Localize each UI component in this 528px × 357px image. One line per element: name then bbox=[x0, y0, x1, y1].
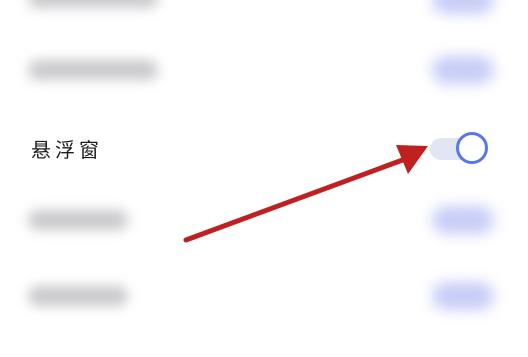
blurred-toggle bbox=[432, 56, 494, 84]
toggle-knob bbox=[456, 132, 488, 164]
blurred-row-label bbox=[28, 0, 158, 8]
blurred-row-label bbox=[28, 210, 128, 230]
blurred-row-label bbox=[28, 286, 128, 306]
floating-window-label: 悬浮窗 bbox=[31, 138, 103, 162]
blurred-toggle bbox=[432, 206, 494, 234]
settings-screen: 悬浮窗 bbox=[0, 0, 528, 357]
arrow-shaft bbox=[183, 155, 411, 243]
blurred-toggle bbox=[432, 282, 494, 310]
floating-window-toggle[interactable] bbox=[428, 131, 492, 165]
blurred-toggle bbox=[432, 0, 494, 14]
blurred-row-label bbox=[28, 60, 158, 80]
arrow-head bbox=[396, 145, 428, 174]
